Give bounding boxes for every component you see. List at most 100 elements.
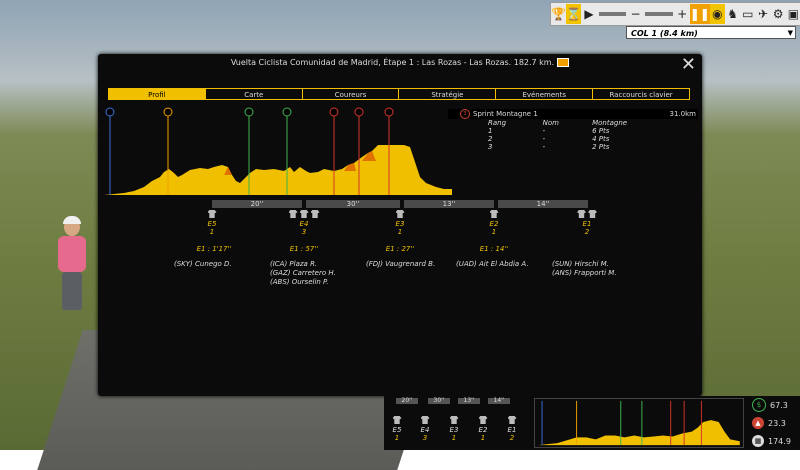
group-e3[interactable]: E3 1 <box>386 210 414 236</box>
group-id: E1 <box>582 220 592 228</box>
stat-value: 23.3 <box>768 418 786 428</box>
mini-groups[interactable]: 20'' 30'' 13'' 14'' E5 1 E4 3 E3 1 E2 1 E1 2 <box>384 396 529 450</box>
hourglass-icon[interactable]: ⌛ <box>566 4 582 24</box>
close-icon[interactable]: ✕ <box>681 56 696 74</box>
climb-icon[interactable] <box>329 107 339 117</box>
table-header: Rang Nom Montagne <box>488 119 698 127</box>
group-count: 1 <box>451 434 457 442</box>
stat-value: 67.3 <box>770 400 788 410</box>
stage-profile-chart[interactable] <box>104 107 452 197</box>
stat-value: 174.9 <box>768 436 791 446</box>
eye-icon[interactable]: ◉ <box>709 4 725 24</box>
speed-bar <box>598 12 626 16</box>
sprint-title: Sprint Montagne 1 <box>473 110 538 118</box>
sprint-distance: 31.0km <box>669 110 696 118</box>
jersey-icon <box>449 416 459 424</box>
cell-points: 6 Pts <box>592 127 610 135</box>
group-e2[interactable]: E2 1 <box>480 210 508 236</box>
group-id: E4 <box>420 426 430 434</box>
col-montagne: Montagne <box>592 119 628 127</box>
cell-name: - <box>542 143 546 151</box>
climb-icon[interactable] <box>384 107 394 117</box>
stat-sprint: $67.3 <box>748 396 798 414</box>
jersey-icon <box>420 416 430 424</box>
gap-bar-4: 14'' <box>498 200 588 208</box>
mini-group-e5[interactable]: E5 1 <box>387 416 407 442</box>
mini-gap-4: 14'' <box>488 398 510 404</box>
group-id: E2 <box>478 426 488 434</box>
gap-bar-1: 20'' <box>212 200 302 208</box>
tab-carte[interactable]: Carte <box>204 88 302 100</box>
mini-group-e2[interactable]: E2 1 <box>473 416 493 442</box>
jersey-icon <box>577 210 586 218</box>
group-count: 2 <box>584 228 590 236</box>
minus-icon[interactable]: − <box>628 4 643 24</box>
bike-icon[interactable]: ⚙ <box>771 4 786 24</box>
stat-finish: ▦ 174.9 <box>748 432 798 450</box>
group-count: 2 <box>509 434 515 442</box>
tab-strategie[interactable]: Stratégie <box>398 88 496 100</box>
stat-mountain: ▲ 23.3 <box>748 414 798 432</box>
window-icon[interactable]: ▣ <box>786 4 800 24</box>
sprint-icon[interactable] <box>282 107 292 117</box>
rider-name: (SUN) Hirschi M. <box>552 260 609 268</box>
sprint-info-panel: 3 Sprint Montagne 1 31.0km Rang Nom Mont… <box>448 109 698 151</box>
climb-dropdown-value: COL 1 (8.4 km) <box>631 29 698 38</box>
trophy-icon[interactable]: 🏆 <box>551 4 566 24</box>
motorbike-icon[interactable]: ♞ <box>725 4 740 24</box>
climb-dropdown[interactable]: COL 1 (8.4 km) ▼ <box>626 26 796 39</box>
group-id: E1 <box>507 426 517 434</box>
tab-coureurs[interactable]: Coureurs <box>301 88 399 100</box>
mini-group-e3[interactable]: E3 1 <box>444 416 464 442</box>
rider-name: (ANS) Frapporti M. <box>552 269 617 277</box>
pause-icon[interactable]: ❚❚ <box>690 4 710 24</box>
rider-name: (FDJ) Vaugrenard B. <box>366 260 436 268</box>
jersey-icon <box>392 416 402 424</box>
jersey-icon <box>288 210 298 218</box>
mini-elevation-area <box>538 420 740 446</box>
chevron-down-icon: ▼ <box>787 29 793 37</box>
helicopter-icon[interactable]: ✈ <box>755 4 770 24</box>
sprint-icon[interactable] <box>244 107 254 117</box>
table-row: 3 - 2 Pts <box>488 143 698 151</box>
stage-icon <box>557 58 570 67</box>
group-e4[interactable]: E4 3 <box>284 210 324 236</box>
group-e5-riders: (SKY) Cunego D. <box>174 260 232 269</box>
mountain-icon: ▲ <box>752 417 764 429</box>
mini-group-e4[interactable]: E4 3 <box>415 416 435 442</box>
elevation-area <box>104 145 452 195</box>
col-rang: Rang <box>488 119 507 127</box>
mini-profile-chart[interactable] <box>534 398 744 448</box>
table-row: 1 - 6 Pts <box>488 127 698 135</box>
start-icon[interactable] <box>105 107 115 117</box>
jersey-icon <box>489 210 499 218</box>
jersey-icon <box>310 210 320 218</box>
group-count: 3 <box>422 434 428 442</box>
rider-name: (ICA) Plaza R. <box>270 260 318 268</box>
mini-group-e1[interactable]: E1 2 <box>502 416 522 442</box>
climb-icon[interactable] <box>354 107 364 117</box>
group-e3-gap: E1 : 27'' <box>385 245 415 253</box>
group-count: 1 <box>209 228 215 236</box>
group-e1[interactable]: E1 2 <box>572 210 602 236</box>
window-title-text: Vuelta Ciclista Comunidad de Madrid, Éta… <box>230 58 555 67</box>
cell-rank: 2 <box>488 135 493 143</box>
sprint-points-icon: $ <box>752 398 766 412</box>
tab-profil[interactable]: Profil <box>108 88 205 100</box>
col-nom: Nom <box>542 119 559 127</box>
tab-evenements[interactable]: Evénements <box>495 88 593 100</box>
jersey-icon <box>507 416 517 424</box>
tab-raccourcis[interactable]: Raccourcis clavier <box>592 88 690 100</box>
group-e5[interactable]: E5 1 <box>198 210 226 236</box>
plus-icon[interactable]: + <box>675 4 690 24</box>
group-count: 1 <box>480 434 486 442</box>
play-icon[interactable]: ▶ <box>581 4 596 24</box>
mini-race-panel: 20'' 30'' 13'' 14'' E5 1 E4 3 E3 1 E2 1 E1 2 … <box>384 396 800 450</box>
group-count: 1 <box>394 434 400 442</box>
car-icon[interactable]: ▭ <box>740 4 755 24</box>
window-title: Vuelta Ciclista Comunidad de Madrid, Éta… <box>98 58 702 67</box>
cell-name: - <box>542 127 546 135</box>
climb-icon[interactable] <box>163 107 173 117</box>
jersey-icon <box>299 210 309 218</box>
group-id: E4 <box>299 220 309 228</box>
